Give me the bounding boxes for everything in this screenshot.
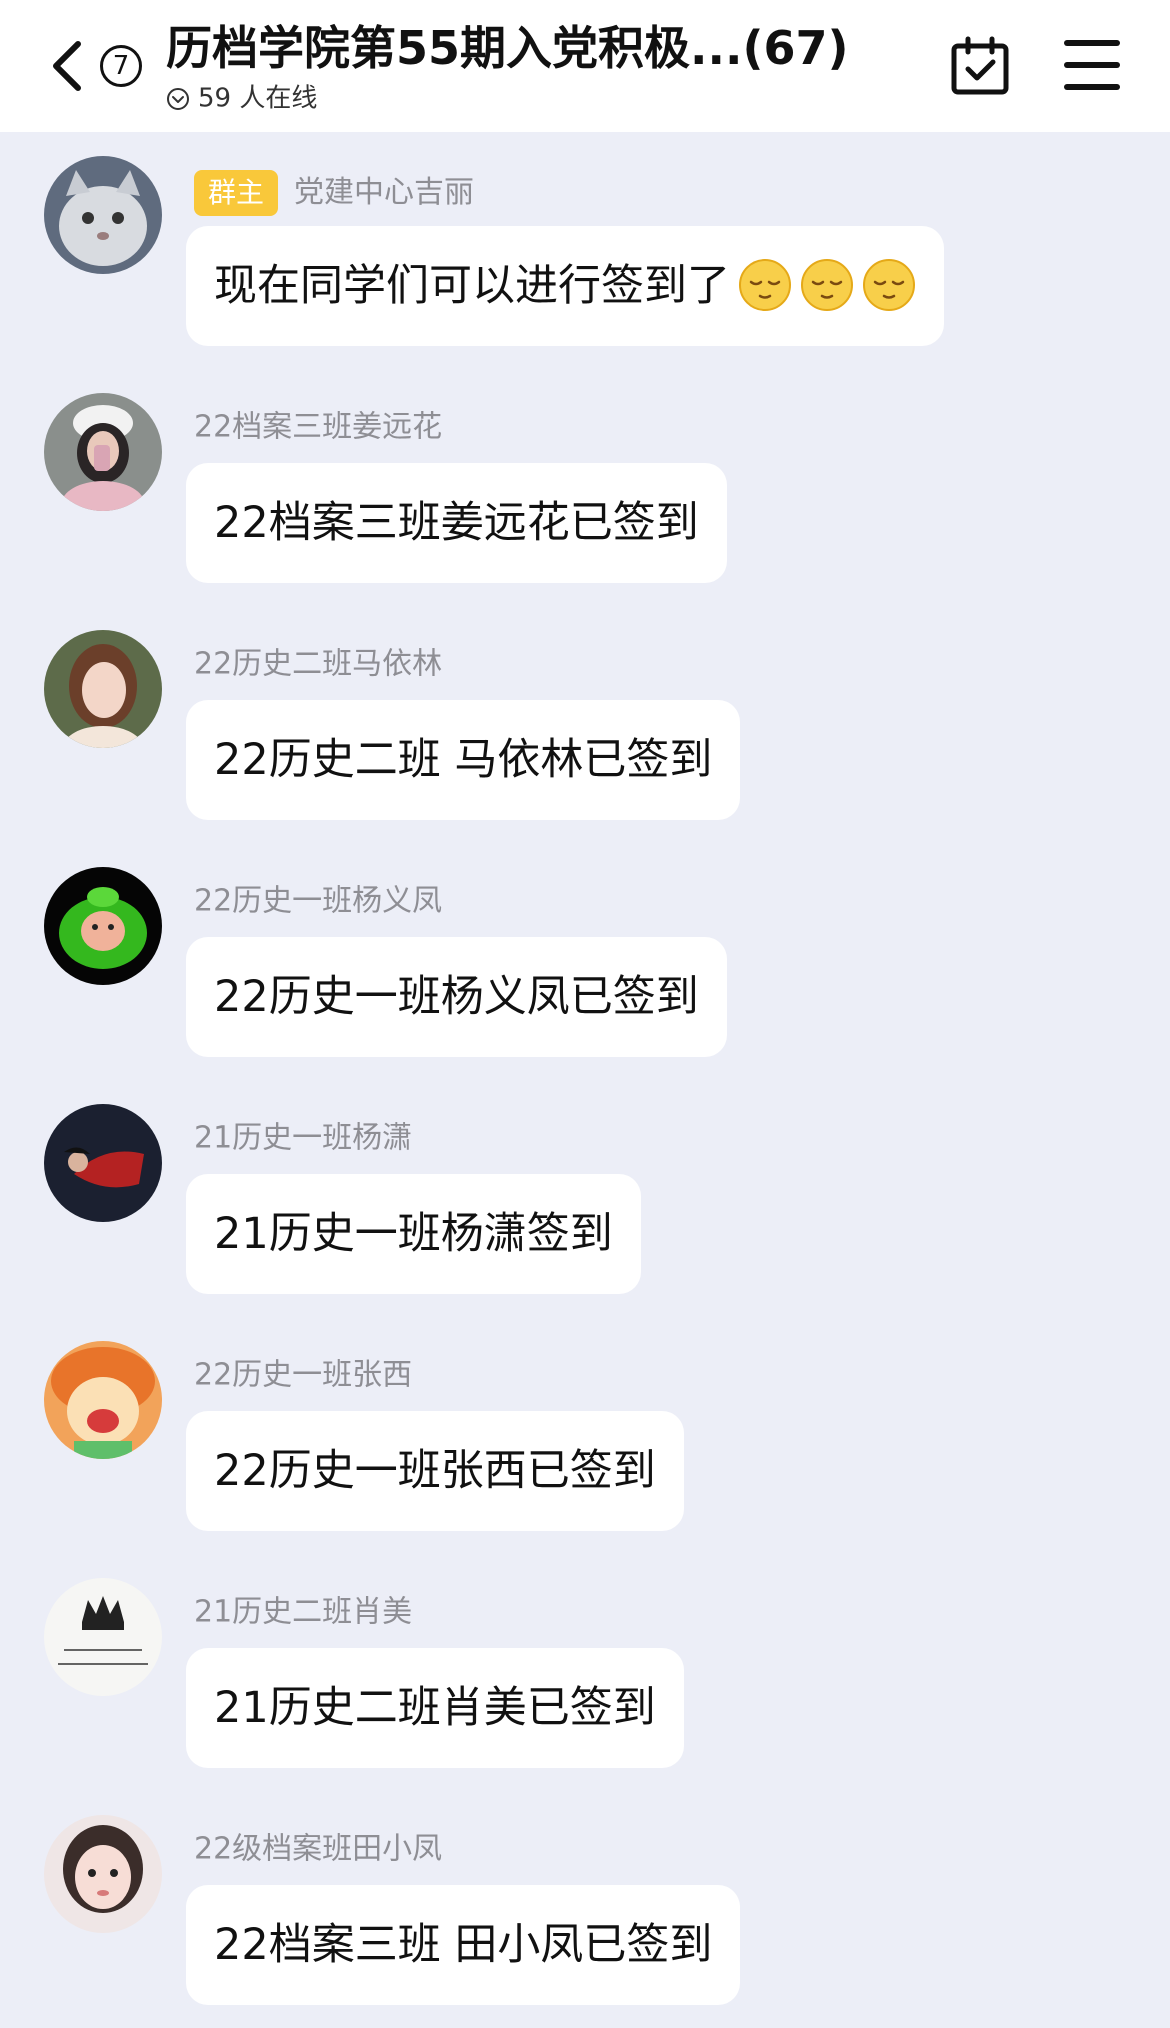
message-item: 22历史一班杨义凤 22历史一班杨义凤已签到 [0, 867, 1170, 1067]
message-item: 21历史一班杨潇 21历史一班杨潇签到 [0, 1104, 1170, 1304]
message-text: 22档案三班 田小凤已签到 [214, 1920, 713, 1970]
chat-header: 7 历档学院第55期入党积极...(67) 59 人在线 [0, 0, 1170, 132]
menu-button[interactable] [1064, 40, 1120, 90]
sender-line: 22档案三班姜远花 [194, 407, 442, 447]
calendar-check-icon [951, 36, 1009, 95]
relieved-face-icon [738, 258, 792, 312]
sender-line: 22历史二班马依林 [194, 644, 442, 684]
sender-line: 21历史二班肖美 [194, 1592, 412, 1632]
menu-line [1064, 62, 1120, 68]
avatar[interactable] [44, 1341, 162, 1459]
message-bubble[interactable]: 21历史二班肖美已签到 [186, 1648, 684, 1768]
message-text: 22历史二班 马依林已签到 [214, 735, 713, 785]
message-bubble[interactable]: 现在同学们可以进行签到了 [186, 226, 944, 346]
message-bubble[interactable]: 21历史一班杨潇签到 [186, 1174, 641, 1294]
message-item: 22档案三班姜远花 22档案三班姜远花已签到 [0, 393, 1170, 593]
message-bubble[interactable]: 22历史一班张西已签到 [186, 1411, 684, 1531]
group-owner-badge: 群主 [194, 170, 279, 216]
relieved-face-icon [800, 258, 854, 312]
online-status-text: 59 人在线 [198, 83, 318, 114]
sender-name: 22历史一班杨义凤 [194, 883, 443, 919]
sender-name: 22历史一班张西 [194, 1357, 413, 1393]
message-bubble[interactable]: 22档案三班姜远花已签到 [186, 463, 727, 583]
message-text: 21历史一班杨潇签到 [214, 1209, 613, 1259]
sender-line: 22级档案班田小凤 [194, 1829, 442, 1869]
sender-line: 21历史一班杨潇 [194, 1118, 412, 1158]
message-text: 22历史一班张西已签到 [214, 1446, 656, 1496]
message-bubble[interactable]: 22历史二班 马依林已签到 [186, 700, 741, 820]
calendar-checkin-button[interactable] [950, 36, 1010, 96]
sender-name: 党建中心吉丽 [294, 175, 475, 210]
message-bubble[interactable]: 22历史一班杨义凤已签到 [186, 937, 727, 1057]
avatar[interactable] [44, 1815, 162, 1933]
sender-name: 21历史一班杨潇 [194, 1120, 413, 1156]
sender-name: 21历史二班肖美 [194, 1594, 413, 1630]
message-item: 21历史二班肖美 21历史二班肖美已签到 [0, 1578, 1170, 1778]
message-text: 现在同学们可以进行签到了 [214, 261, 730, 311]
sender-line: 22历史一班杨义凤 [194, 881, 442, 921]
sender-line: 群主 党建中心吉丽 [194, 170, 475, 216]
sender-name: 22档案三班姜远花 [194, 409, 443, 445]
avatar[interactable] [44, 1104, 162, 1222]
online-check-icon [166, 87, 190, 111]
message-text: 21历史二班肖美已签到 [214, 1683, 656, 1733]
message-text: 22档案三班姜远花已签到 [214, 498, 699, 548]
avatar[interactable] [44, 1578, 162, 1696]
online-status: 59 人在线 [166, 80, 317, 116]
chevron-left-icon [53, 41, 81, 91]
sender-name: 22级档案班田小凤 [194, 1831, 443, 1867]
menu-line [1064, 84, 1120, 90]
menu-line [1064, 40, 1120, 46]
unread-count-badge: 7 [100, 45, 142, 87]
sender-name: 22历史二班马依林 [194, 646, 443, 682]
message-item: 22级档案班田小凤 22档案三班 田小凤已签到 [0, 1815, 1170, 2015]
relieved-face-icon [862, 258, 916, 312]
avatar[interactable] [44, 867, 162, 985]
back-button[interactable]: 7 [48, 34, 158, 98]
message-item: 22历史一班张西 22历史一班张西已签到 [0, 1341, 1170, 1541]
avatar[interactable] [44, 156, 162, 274]
avatar[interactable] [44, 630, 162, 748]
message-text: 22历史一班杨义凤已签到 [214, 972, 699, 1022]
chat-title: 历档学院第55期入党积极...(67) [166, 21, 849, 75]
message-item: 22历史二班马依林 22历史二班 马依林已签到 [0, 630, 1170, 830]
message-bubble[interactable]: 22档案三班 田小凤已签到 [186, 1885, 741, 2005]
message-item: 群主 党建中心吉丽 现在同学们可以进行签到了 [0, 156, 1170, 356]
avatar[interactable] [44, 393, 162, 511]
sender-line: 22历史一班张西 [194, 1355, 412, 1395]
